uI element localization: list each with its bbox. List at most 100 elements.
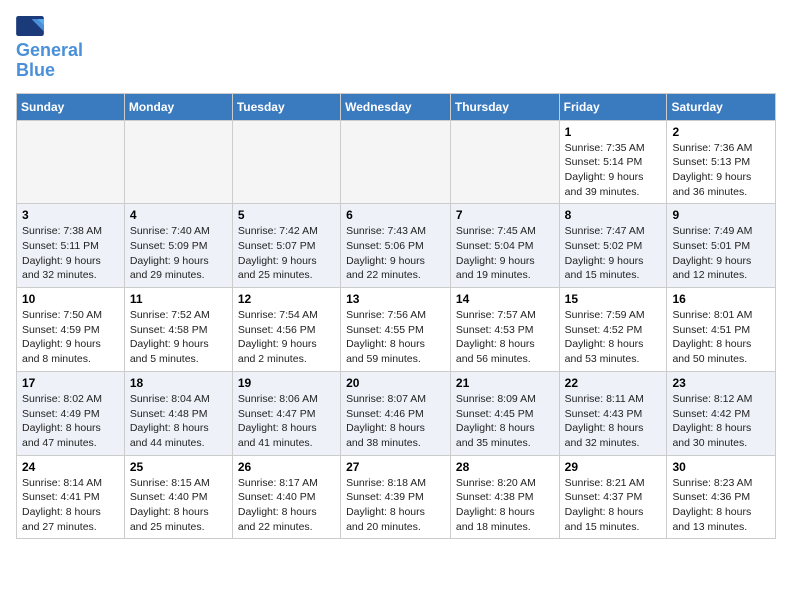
day-number: 7 [456, 208, 554, 222]
day-number: 15 [565, 292, 662, 306]
calendar-cell: 16 Sunrise: 8:01 AMSunset: 4:51 PMDayligh… [667, 288, 776, 372]
day-info: Sunrise: 8:17 AMSunset: 4:40 PMDaylight:… [238, 476, 335, 535]
day-info: Sunrise: 7:56 AMSunset: 4:55 PMDaylight:… [346, 308, 445, 367]
calendar-cell: 25 Sunrise: 8:15 AMSunset: 4:40 PMDayligh… [124, 455, 232, 539]
calendar-cell: 12 Sunrise: 7:54 AMSunset: 4:56 PMDayligh… [232, 288, 340, 372]
day-number: 1 [565, 125, 662, 139]
day-info: Sunrise: 7:43 AMSunset: 5:06 PMDaylight:… [346, 224, 445, 283]
day-info: Sunrise: 7:42 AMSunset: 5:07 PMDaylight:… [238, 224, 335, 283]
day-info: Sunrise: 8:09 AMSunset: 4:45 PMDaylight:… [456, 392, 554, 451]
calendar-cell: 2 Sunrise: 7:36 AMSunset: 5:13 PMDaylight… [667, 120, 776, 204]
calendar-cell: 8 Sunrise: 7:47 AMSunset: 5:02 PMDaylight… [559, 204, 667, 288]
day-number: 9 [672, 208, 770, 222]
day-number: 16 [672, 292, 770, 306]
col-wednesday: Wednesday [341, 93, 451, 120]
calendar-cell [341, 120, 451, 204]
day-number: 6 [346, 208, 445, 222]
day-number: 12 [238, 292, 335, 306]
calendar-cell: 27 Sunrise: 8:18 AMSunset: 4:39 PMDayligh… [341, 455, 451, 539]
day-info: Sunrise: 7:36 AMSunset: 5:13 PMDaylight:… [672, 141, 770, 200]
day-info: Sunrise: 8:01 AMSunset: 4:51 PMDaylight:… [672, 308, 770, 367]
calendar-cell: 26 Sunrise: 8:17 AMSunset: 4:40 PMDayligh… [232, 455, 340, 539]
day-info: Sunrise: 7:45 AMSunset: 5:04 PMDaylight:… [456, 224, 554, 283]
calendar-cell: 14 Sunrise: 7:57 AMSunset: 4:53 PMDayligh… [450, 288, 559, 372]
calendar-cell: 24 Sunrise: 8:14 AMSunset: 4:41 PMDayligh… [17, 455, 125, 539]
day-info: Sunrise: 7:57 AMSunset: 4:53 PMDaylight:… [456, 308, 554, 367]
day-number: 5 [238, 208, 335, 222]
day-info: Sunrise: 8:04 AMSunset: 4:48 PMDaylight:… [130, 392, 227, 451]
day-number: 13 [346, 292, 445, 306]
calendar-cell: 19 Sunrise: 8:06 AMSunset: 4:47 PMDayligh… [232, 371, 340, 455]
day-number: 25 [130, 460, 227, 474]
day-info: Sunrise: 7:35 AMSunset: 5:14 PMDaylight:… [565, 141, 662, 200]
day-info: Sunrise: 8:14 AMSunset: 4:41 PMDaylight:… [22, 476, 119, 535]
calendar-cell: 15 Sunrise: 7:59 AMSunset: 4:52 PMDayligh… [559, 288, 667, 372]
day-number: 8 [565, 208, 662, 222]
day-info: Sunrise: 8:21 AMSunset: 4:37 PMDaylight:… [565, 476, 662, 535]
calendar-cell: 3Sunrise: 7:38 AMSunset: 5:11 PMDaylight… [17, 204, 125, 288]
day-number: 18 [130, 376, 227, 390]
day-number: 27 [346, 460, 445, 474]
day-number: 14 [456, 292, 554, 306]
calendar-cell: 20Sunrise: 8:07 AMSunset: 4:46 PMDayligh… [341, 371, 451, 455]
col-thursday: Thursday [450, 93, 559, 120]
day-info: Sunrise: 7:52 AMSunset: 4:58 PMDaylight:… [130, 308, 227, 367]
day-number: 4 [130, 208, 227, 222]
calendar-cell: 18 Sunrise: 8:04 AMSunset: 4:48 PMDayligh… [124, 371, 232, 455]
calendar-cell [232, 120, 340, 204]
calendar-cell: 17 Sunrise: 8:02 AMSunset: 4:49 PMDayligh… [17, 371, 125, 455]
calendar-cell: 13 Sunrise: 7:56 AMSunset: 4:55 PMDayligh… [341, 288, 451, 372]
day-number: 11 [130, 292, 227, 306]
logo: General Blue [16, 16, 83, 81]
calendar-cell: 30Sunrise: 8:23 AMSunset: 4:36 PMDayligh… [667, 455, 776, 539]
calendar-cell: 1 Sunrise: 7:35 AMSunset: 5:14 PMDaylight… [559, 120, 667, 204]
day-info: Sunrise: 8:12 AMSunset: 4:42 PMDaylight:… [672, 392, 770, 451]
day-number: 30 [672, 460, 770, 474]
day-info: Sunrise: 7:40 AMSunset: 5:09 PMDaylight:… [130, 224, 227, 283]
day-number: 2 [672, 125, 770, 139]
day-number: 10 [22, 292, 119, 306]
col-sunday: Sunday [17, 93, 125, 120]
day-info: Sunrise: 7:54 AMSunset: 4:56 PMDaylight:… [238, 308, 335, 367]
day-info: Sunrise: 8:15 AMSunset: 4:40 PMDaylight:… [130, 476, 227, 535]
calendar-cell: 21 Sunrise: 8:09 AMSunset: 4:45 PMDayligh… [450, 371, 559, 455]
day-info: Sunrise: 8:02 AMSunset: 4:49 PMDaylight:… [22, 392, 119, 451]
calendar-cell [124, 120, 232, 204]
calendar-cell: 11 Sunrise: 7:52 AMSunset: 4:58 PMDayligh… [124, 288, 232, 372]
day-number: 29 [565, 460, 662, 474]
day-info: Sunrise: 8:18 AMSunset: 4:39 PMDaylight:… [346, 476, 445, 535]
day-number: 21 [456, 376, 554, 390]
day-info: Sunrise: 7:47 AMSunset: 5:02 PMDaylight:… [565, 224, 662, 283]
day-number: 19 [238, 376, 335, 390]
day-number: 23 [672, 376, 770, 390]
calendar: Sunday Monday Tuesday Wednesday Thursday… [16, 93, 776, 540]
day-info: Sunrise: 7:50 AMSunset: 4:59 PMDaylight:… [22, 308, 119, 367]
calendar-cell: 5 Sunrise: 7:42 AMSunset: 5:07 PMDaylight… [232, 204, 340, 288]
calendar-cell: 9 Sunrise: 7:49 AMSunset: 5:01 PMDaylight… [667, 204, 776, 288]
calendar-cell: 29 Sunrise: 8:21 AMSunset: 4:37 PMDayligh… [559, 455, 667, 539]
day-info: Sunrise: 8:07 AMSunset: 4:46 PMDaylight:… [346, 392, 445, 451]
col-monday: Monday [124, 93, 232, 120]
day-number: 22 [565, 376, 662, 390]
day-info: Sunrise: 7:49 AMSunset: 5:01 PMDaylight:… [672, 224, 770, 283]
col-friday: Friday [559, 93, 667, 120]
calendar-cell: 4 Sunrise: 7:40 AMSunset: 5:09 PMDaylight… [124, 204, 232, 288]
calendar-cell [17, 120, 125, 204]
day-info: Sunrise: 7:59 AMSunset: 4:52 PMDaylight:… [565, 308, 662, 367]
col-tuesday: Tuesday [232, 93, 340, 120]
col-saturday: Saturday [667, 93, 776, 120]
logo-text: General Blue [16, 41, 83, 81]
calendar-cell: 10 Sunrise: 7:50 AMSunset: 4:59 PMDayligh… [17, 288, 125, 372]
day-info: Sunrise: 8:20 AMSunset: 4:38 PMDaylight:… [456, 476, 554, 535]
day-number: 26 [238, 460, 335, 474]
day-info: Sunrise: 8:11 AMSunset: 4:43 PMDaylight:… [565, 392, 662, 451]
day-number: 24 [22, 460, 119, 474]
calendar-cell [450, 120, 559, 204]
day-number: 28 [456, 460, 554, 474]
calendar-cell: 6 Sunrise: 7:43 AMSunset: 5:06 PMDaylight… [341, 204, 451, 288]
calendar-cell: 28 Sunrise: 8:20 AMSunset: 4:38 PMDayligh… [450, 455, 559, 539]
day-number: 17 [22, 376, 119, 390]
calendar-cell: 22 Sunrise: 8:11 AMSunset: 4:43 PMDayligh… [559, 371, 667, 455]
day-number: 3 [22, 208, 119, 222]
day-info: Sunrise: 8:06 AMSunset: 4:47 PMDaylight:… [238, 392, 335, 451]
